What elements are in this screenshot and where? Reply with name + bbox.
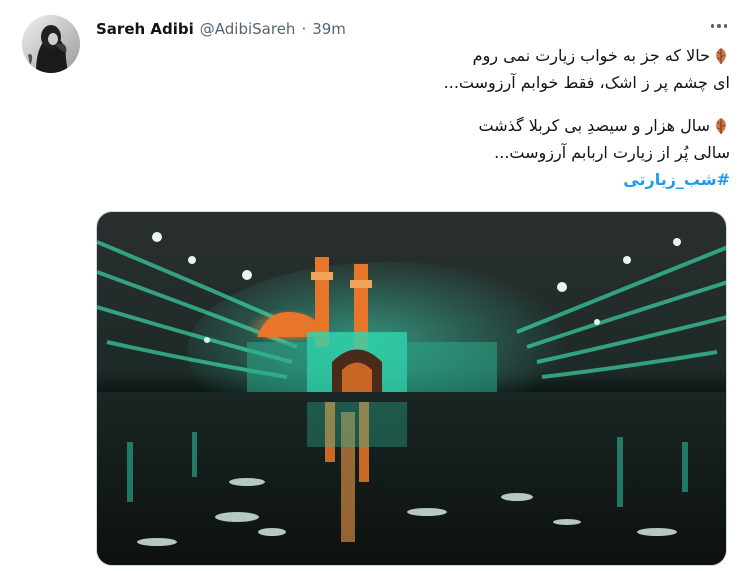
hashtag-link[interactable]: #شب_زیارتی — [623, 170, 730, 189]
more-options-button[interactable] — [706, 16, 732, 36]
tweet-text: حالا که جز به خواب زیارت نمی روم ای چشم … — [100, 42, 730, 193]
tweet-line: سالی پُر از زیارت اربابم آرزوست... — [100, 139, 730, 166]
tweet-line-text: سالی پُر از زیارت اربابم آرزوست... — [494, 143, 730, 162]
tweet-line-text: حالا که جز به خواب زیارت نمی روم — [472, 46, 710, 65]
tweet-line: #شب_زیارتی — [100, 166, 730, 193]
tweet-timestamp[interactable]: 39m — [312, 20, 346, 38]
tweet-line: ای چشم پر ز اشک، فقط خوابم آرزوست... — [100, 69, 730, 96]
more-dot-icon — [710, 24, 715, 28]
tweet-line-text: سال هزار و سیصدِ بی کربلا گذشت — [478, 116, 710, 135]
tweet-media-photo[interactable] — [96, 211, 727, 566]
more-dot-icon — [717, 24, 721, 28]
header-separator: · — [301, 20, 307, 38]
author-display-name[interactable]: Sareh Adibi — [96, 20, 194, 38]
tweet-header: Sareh Adibi @AdibiSareh · 39m — [96, 18, 346, 40]
tweet-line-text: ای چشم پر ز اشک، فقط خوابم آرزوست... — [443, 73, 730, 92]
avatar-image — [22, 15, 80, 73]
author-handle[interactable]: @AdibiSareh — [200, 20, 296, 38]
tweet-line: حالا که جز به خواب زیارت نمی روم — [100, 42, 730, 69]
shrine-photo — [97, 212, 726, 565]
avatar[interactable] — [22, 15, 80, 73]
tweet-line: سال هزار و سیصدِ بی کربلا گذشت — [100, 112, 730, 139]
more-dot-icon — [723, 24, 728, 28]
